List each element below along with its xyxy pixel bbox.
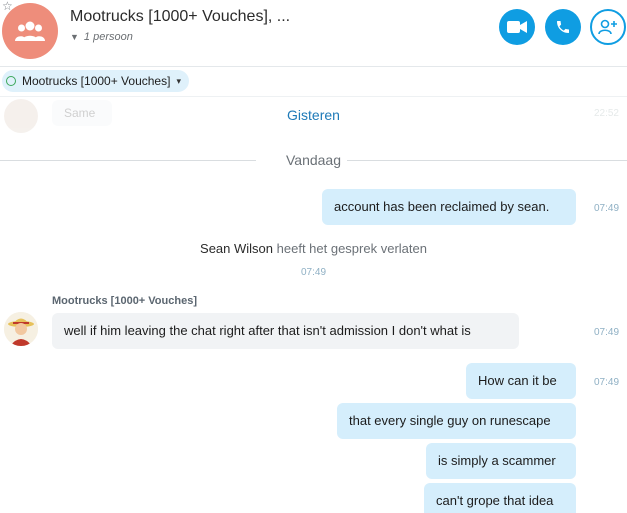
outgoing-message[interactable]: is simply a scammer xyxy=(426,443,576,479)
system-notice-name: Sean Wilson xyxy=(200,241,274,256)
video-call-button[interactable] xyxy=(499,9,535,45)
favorite-star-icon[interactable]: ☆ xyxy=(2,0,13,12)
caret-down-icon: ▼ xyxy=(70,32,79,42)
participant-chip-label: Mootrucks [1000+ Vouches] xyxy=(22,74,171,88)
separator-line xyxy=(347,160,627,161)
add-participant-button[interactable] xyxy=(590,9,626,45)
system-notice: Sean Wilson heeft het gesprek verlaten xyxy=(0,241,627,256)
video-camera-icon xyxy=(507,21,527,33)
outgoing-message[interactable]: account has been reclaimed by sean. xyxy=(322,189,576,225)
day-separator-today: Vandaag xyxy=(0,150,627,170)
audio-call-button[interactable] xyxy=(545,9,581,45)
outgoing-message[interactable]: that every single guy on runescape xyxy=(337,403,576,439)
system-notice-time: 07:49 xyxy=(300,267,327,278)
outgoing-message[interactable]: can't grope that idea xyxy=(424,483,576,513)
sender-name: Mootrucks [1000+ Vouches] xyxy=(52,295,197,307)
message-time: 07:49 xyxy=(594,203,620,214)
participant-chip[interactable]: Mootrucks [1000+ Vouches] ▾ xyxy=(2,70,189,92)
conversation-header: ☆ Mootrucks [1000+ Vouches], ... ▼ 1 per… xyxy=(0,0,627,67)
presence-status-icon xyxy=(6,76,16,86)
group-people-icon xyxy=(15,21,45,41)
message-time: 07:49 xyxy=(594,377,620,388)
conversation-title[interactable]: Mootrucks [1000+ Vouches], ... xyxy=(70,8,290,26)
day-label-yesterday[interactable]: Gisteren xyxy=(0,107,627,123)
message-time: 07:49 xyxy=(594,327,620,338)
incoming-message[interactable]: well if him leaving the chat right after… xyxy=(52,313,519,349)
participants-count: 1 persoon xyxy=(83,31,133,43)
chevron-down-icon: ▾ xyxy=(176,75,181,86)
profile-picture xyxy=(4,312,38,346)
avatar[interactable] xyxy=(4,312,38,346)
add-person-icon xyxy=(598,19,617,35)
participants-toggle[interactable]: ▼ 1 persoon xyxy=(70,31,133,43)
phone-icon xyxy=(557,21,569,33)
outgoing-message[interactable]: How can it be xyxy=(466,363,576,399)
system-notice-action: heeft het gesprek verlaten xyxy=(276,241,427,256)
